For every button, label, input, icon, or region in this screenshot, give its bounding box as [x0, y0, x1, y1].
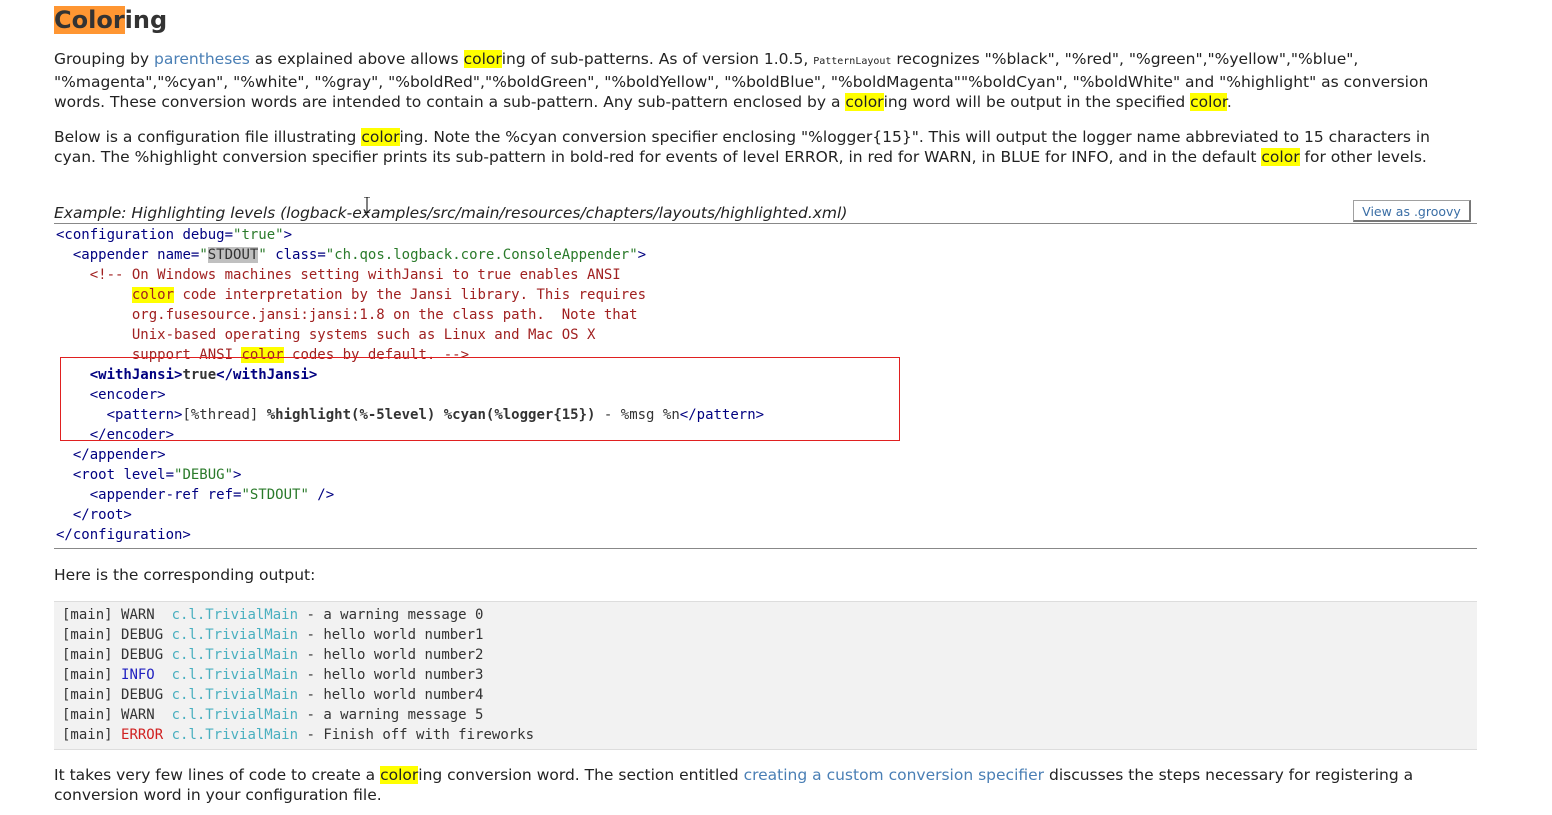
- log-logger: c.l.TrivialMain: [171, 607, 299, 623]
- console-output: [main] WARN c.l.TrivialMain - a warning …: [62, 605, 534, 745]
- search-highlight: color: [361, 128, 400, 146]
- closing-paragraph: It takes very few lines of code to creat…: [54, 766, 1414, 804]
- console-line: [main] DEBUG c.l.TrivialMain - hello wor…: [62, 627, 483, 643]
- annotation-box: [60, 357, 900, 441]
- log-thread: [main]: [62, 667, 122, 683]
- view-as-groovy-button[interactable]: View as .groovy: [1353, 200, 1471, 222]
- log-level: DEBUG: [121, 627, 172, 643]
- log-message: - hello world number4: [298, 687, 484, 703]
- log-logger: c.l.TrivialMain: [171, 647, 299, 663]
- log-level: WARN: [121, 607, 172, 623]
- search-highlight: color: [463, 50, 502, 68]
- example-top-rule: [54, 223, 1477, 224]
- console-line: [main] ERROR c.l.TrivialMain - Finish of…: [62, 727, 534, 743]
- log-message: - Finish off with fireworks: [298, 727, 535, 743]
- log-logger: c.l.TrivialMain: [171, 687, 299, 703]
- log-message: - hello world number1: [298, 627, 484, 643]
- search-highlight: color: [1190, 93, 1227, 111]
- log-thread: [main]: [62, 647, 122, 663]
- log-level: WARN: [121, 707, 172, 723]
- text-cursor-icon: [364, 197, 370, 213]
- log-level: INFO: [121, 667, 172, 683]
- log-logger: c.l.TrivialMain: [171, 667, 299, 683]
- example-title: Example: Highlighting levels (logback-ex…: [54, 204, 848, 222]
- search-highlight: color: [131, 287, 175, 303]
- log-message: - hello world number2: [298, 647, 484, 663]
- inline-code: PatternLayout: [813, 56, 892, 67]
- log-thread: [main]: [62, 627, 122, 643]
- log-logger: c.l.TrivialMain: [171, 627, 299, 643]
- console-line: [main] DEBUG c.l.TrivialMain - hello wor…: [62, 647, 483, 663]
- output-intro: Here is the corresponding output:: [54, 566, 316, 584]
- search-highlight: color: [1261, 148, 1300, 166]
- config-paragraph: Below is a configuration file illustrati…: [54, 128, 1431, 166]
- selected-text: STDOUT: [207, 247, 259, 263]
- log-level: ERROR: [121, 727, 172, 743]
- log-message: - a warning message 5: [298, 707, 484, 723]
- example-bottom-rule: [54, 548, 1477, 549]
- parentheses-link[interactable]: parentheses: [154, 50, 250, 68]
- log-thread: [main]: [62, 727, 122, 743]
- console-line: [main] DEBUG c.l.TrivialMain - hello wor…: [62, 687, 483, 703]
- log-level: DEBUG: [121, 647, 172, 663]
- log-thread: [main]: [62, 687, 122, 703]
- log-logger: c.l.TrivialMain: [171, 727, 299, 743]
- intro-paragraph: Grouping by parentheses as explained abo…: [54, 50, 1429, 111]
- log-logger: c.l.TrivialMain: [171, 707, 299, 723]
- log-level: DEBUG: [121, 687, 172, 703]
- heading-highlight: Color: [54, 6, 125, 34]
- log-message: - hello world number3: [298, 667, 484, 683]
- console-output-block: [main] WARN c.l.TrivialMain - a warning …: [54, 601, 1477, 750]
- search-highlight: color: [380, 766, 419, 784]
- section-heading: Coloring: [54, 6, 168, 34]
- log-thread: [main]: [62, 707, 122, 723]
- custom-conversion-specifier-link[interactable]: creating a custom conversion specifier: [744, 766, 1044, 784]
- console-line: [main] INFO c.l.TrivialMain - hello worl…: [62, 667, 483, 683]
- search-highlight: color: [845, 93, 884, 111]
- log-message: - a warning message 0: [298, 607, 484, 623]
- console-line: [main] WARN c.l.TrivialMain - a warning …: [62, 707, 483, 723]
- log-thread: [main]: [62, 607, 122, 623]
- console-line: [main] WARN c.l.TrivialMain - a warning …: [62, 607, 483, 623]
